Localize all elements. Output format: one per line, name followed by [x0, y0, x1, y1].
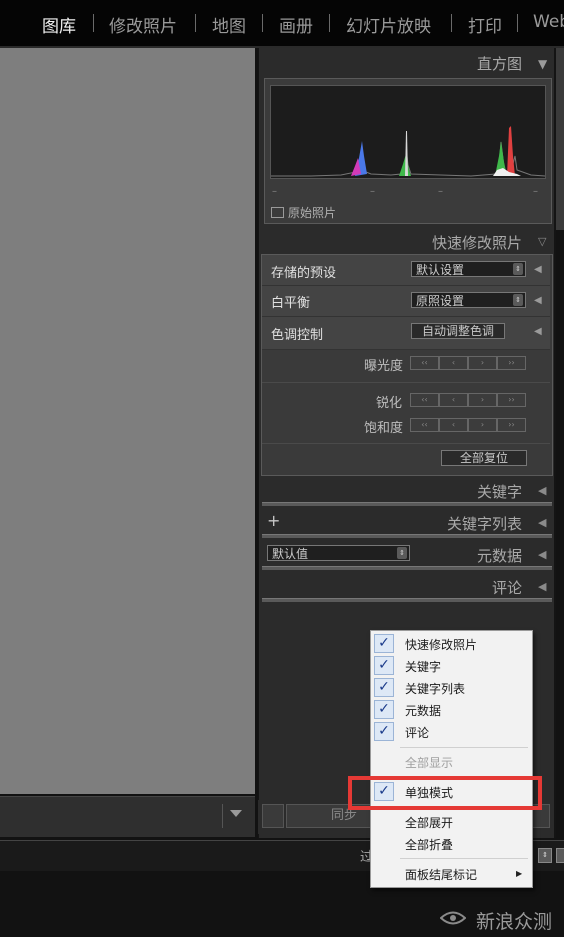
divider	[262, 382, 550, 383]
tone-control-label: 色调控制	[271, 328, 324, 343]
panel-divider	[262, 566, 552, 570]
exposure-label: 曝光度	[364, 359, 404, 374]
row-triangle-icon[interactable]: ◀	[534, 295, 542, 306]
check-icon: ✓	[374, 678, 394, 697]
module-book[interactable]: 画册	[279, 12, 313, 37]
divider	[222, 804, 223, 828]
clarity-label: 锐化	[376, 396, 403, 411]
separator	[451, 14, 452, 32]
panel-divider	[262, 502, 552, 506]
panel-divider	[262, 598, 552, 602]
histogram-tick: –	[272, 186, 277, 197]
spinner-icon: ⇕	[513, 263, 523, 275]
row-triangle-icon[interactable]: ◀	[534, 264, 542, 275]
panel-divider	[262, 534, 552, 538]
add-plus-icon[interactable]: +	[267, 511, 280, 530]
module-web[interactable]: Web	[533, 12, 564, 32]
vibrance-stepper[interactable]: ‹‹ ‹ › ››	[410, 418, 526, 432]
module-print[interactable]: 打印	[468, 12, 502, 37]
vibrance-label: 饱和度	[364, 421, 404, 436]
spinner-icon: ⇕	[513, 294, 523, 306]
separator	[517, 14, 518, 32]
module-develop[interactable]: 修改照片	[109, 12, 177, 37]
reset-all-button[interactable]: 全部复位	[441, 450, 527, 466]
scrollbar[interactable]	[556, 48, 564, 230]
sync-button-label: 同步	[331, 808, 358, 823]
saved-preset-label: 存储的预设	[271, 266, 337, 281]
check-icon: ✓	[374, 700, 394, 719]
expand-triangle-icon[interactable]: ◀	[538, 548, 546, 561]
sync-toggle[interactable]	[262, 804, 284, 828]
sina-eye-logo-icon	[440, 911, 466, 925]
collapse-triangle-icon[interactable]: ▽	[538, 235, 546, 248]
separator	[93, 14, 94, 32]
histogram-header[interactable]: 直方图	[477, 53, 522, 74]
toolbar	[0, 796, 255, 837]
module-slideshow[interactable]: 幻灯片放映	[346, 12, 431, 37]
module-map[interactable]: 地图	[212, 12, 246, 37]
menu-item-expand-all[interactable]: 全部展开	[405, 814, 453, 831]
menu-item-show-all[interactable]: 全部显示	[405, 754, 453, 771]
quick-develop-header[interactable]: 快速修改照片	[432, 232, 522, 253]
annotation-highlight-box	[348, 776, 542, 810]
watermark-text: 新浪众测	[476, 911, 553, 933]
keyword-list-header[interactable]: 关键字列表	[447, 513, 522, 534]
original-photo-checkbox[interactable]	[271, 207, 284, 218]
check-icon: ✓	[374, 722, 394, 741]
histogram-tick: –	[533, 186, 538, 197]
white-balance-value: 原照设置	[416, 294, 465, 308]
expand-triangle-icon[interactable]: ◀	[538, 580, 546, 593]
white-balance-label: 白平衡	[271, 296, 311, 311]
menu-item-comments[interactable]: 评论	[405, 724, 429, 741]
menu-item-quick-develop[interactable]: 快速修改照片	[405, 636, 477, 653]
original-photo-label: 原始照片	[288, 206, 337, 220]
saved-preset-value: 默认设置	[416, 263, 465, 277]
menu-item-keywording[interactable]: 关键字	[405, 658, 441, 675]
menu-item-collapse-all[interactable]: 全部折叠	[405, 836, 453, 853]
metadata-preset-value: 默认值	[272, 547, 309, 561]
white-balance-select[interactable]: 原照设置 ⇕	[411, 292, 526, 308]
metadata-preset-select[interactable]: 默认值 ⇕	[267, 545, 410, 561]
spinner-icon[interactable]	[556, 848, 564, 863]
auto-tone-button[interactable]: 自动调整色调	[411, 323, 505, 339]
separator	[195, 14, 196, 32]
row-triangle-icon[interactable]: ◀	[534, 326, 542, 337]
exposure-stepper[interactable]: ‹‹ ‹ › ››	[410, 356, 526, 370]
check-icon: ✓	[374, 634, 394, 653]
collapse-triangle-icon[interactable]: ▼	[538, 57, 547, 71]
menu-item-metadata[interactable]: 元数据	[405, 702, 441, 719]
menu-separator	[400, 747, 528, 748]
histogram-graph	[270, 85, 546, 179]
clarity-stepper[interactable]: ‹‹ ‹ › ››	[410, 393, 526, 407]
saved-preset-select[interactable]: 默认设置 ⇕	[411, 261, 526, 277]
photo-preview-area[interactable]	[0, 48, 255, 794]
spinner-icon: ⇕	[397, 547, 407, 559]
menu-item-keyword-list[interactable]: 关键字列表	[405, 680, 465, 697]
separator	[262, 14, 263, 32]
submenu-arrow-icon: ▶	[516, 869, 523, 878]
expand-triangle-icon[interactable]: ◀	[538, 516, 546, 529]
spinner-icon[interactable]: ⇕	[538, 848, 552, 863]
keywording-header[interactable]: 关键字	[477, 481, 522, 502]
comments-header[interactable]: 评论	[492, 577, 522, 598]
separator	[329, 14, 330, 32]
expand-triangle-icon[interactable]: ◀	[538, 484, 546, 497]
divider	[262, 443, 550, 444]
histogram-tick: –	[438, 186, 443, 197]
menu-separator	[400, 858, 528, 859]
module-library[interactable]: 图库	[42, 12, 76, 37]
check-icon: ✓	[374, 656, 394, 675]
toolbar-menu-arrow-icon[interactable]	[230, 810, 242, 817]
menu-item-panel-end-mark[interactable]: 面板结尾标记	[405, 866, 477, 883]
histogram-tick: –	[370, 186, 375, 197]
module-picker-bar: 图库 修改照片 地图 画册 幻灯片放映 打印 Web	[0, 0, 564, 46]
metadata-header[interactable]: 元数据	[477, 545, 522, 566]
